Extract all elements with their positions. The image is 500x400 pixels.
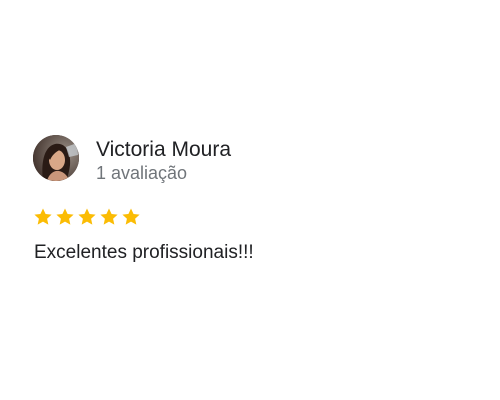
star-rating <box>33 207 141 229</box>
review-text: Excelentes profissionais!!! <box>34 242 254 263</box>
star-icon <box>33 207 53 227</box>
star-icon <box>121 207 141 227</box>
star-icon <box>77 207 97 227</box>
review-count: 1 avaliação <box>96 163 188 183</box>
review-card: Victoria Moura 1 avaliação Excelentes pr… <box>0 0 500 400</box>
avatar[interactable] <box>33 135 79 181</box>
star-icon <box>99 207 119 227</box>
star-icon <box>55 207 75 227</box>
reviewer-name[interactable]: Victoria Moura <box>96 137 231 163</box>
